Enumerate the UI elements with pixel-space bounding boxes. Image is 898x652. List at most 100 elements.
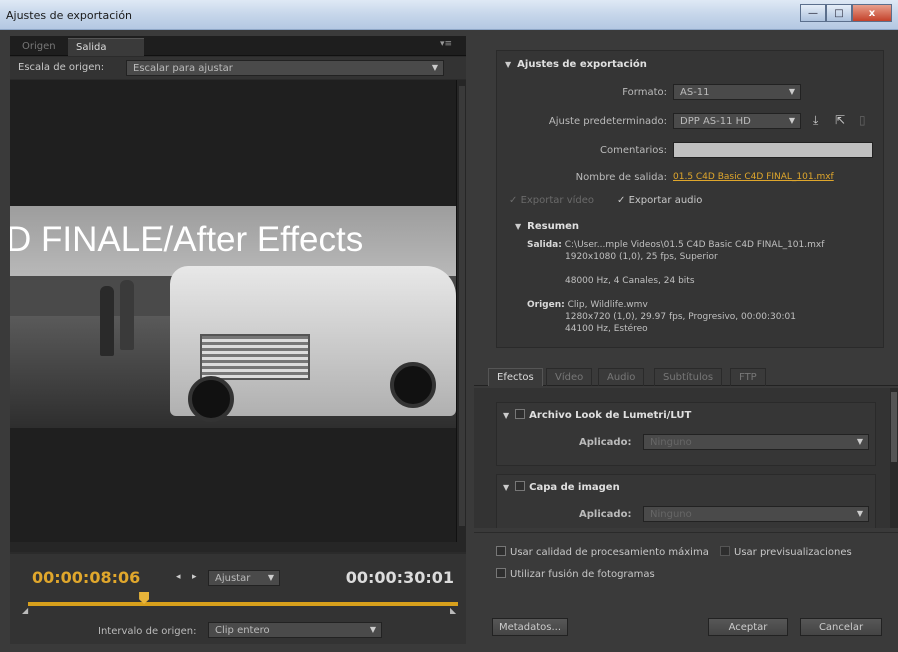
chevron-down-icon: ▼ [267, 573, 274, 582]
delete-preset-icon[interactable]: ▯ [859, 113, 866, 127]
output-name-label: Nombre de salida: [575, 172, 667, 183]
chevron-down-icon: ▼ [856, 509, 863, 518]
summary-header[interactable]: ▼ Resumen [515, 221, 579, 232]
maximize-button[interactable]: □ [826, 4, 852, 22]
lumetri-applied-label: Aplicado: [579, 437, 632, 448]
source-scale-value: Escalar para ajustar [133, 63, 233, 74]
summary-source-key: Origen: [527, 300, 565, 310]
tab-origen[interactable]: Origen [14, 38, 64, 56]
tab-video[interactable]: Vídeo [546, 368, 593, 386]
export-video-checkbox[interactable]: ✓ Exportar vídeo [509, 195, 594, 206]
preview-panel: Origen Salida ▾≡ Escala de origen: Escal… [10, 36, 466, 644]
tab-subtitulos[interactable]: Subtítulos [654, 368, 723, 386]
chevron-down-icon: ▼ [788, 116, 795, 125]
summary-source: Origen: Clip, Wildlife.wmv 1280x720 (1,0… [527, 299, 877, 335]
truck-grille [200, 334, 310, 380]
preview-horizontal-scrollbar[interactable] [10, 542, 466, 552]
accept-button[interactable]: Aceptar [708, 618, 788, 636]
timeline-track[interactable] [28, 602, 458, 606]
collapse-triangle-icon[interactable]: ▼ [505, 60, 511, 69]
format-label: Formato: [622, 87, 667, 98]
image-applied-label: Aplicado: [579, 509, 632, 520]
summary-output-key: Salida: [527, 240, 562, 250]
chevron-down-icon: ▼ [856, 437, 863, 446]
lumetri-effect: ▼ Archivo Look de Lumetri/LUT Aplicado: N… [496, 402, 876, 466]
export-settings-header[interactable]: ▼ Ajustes de exportación [505, 59, 647, 70]
chevron-down-icon: ▼ [369, 625, 376, 634]
summary-source-line3: 44100 Hz, Estéreo [565, 324, 648, 334]
window-title-bar: Ajustes de exportación — □ x [0, 0, 898, 30]
source-range-label: Intervalo de origen: [98, 626, 197, 637]
preset-label: Ajuste predeterminado: [548, 116, 667, 127]
lumetri-checkbox[interactable] [515, 409, 526, 419]
frame-blending-checkbox[interactable]: Utilizar fusión de fotogramas [496, 568, 655, 580]
format-dropdown[interactable]: AS-11 ▼ [673, 84, 801, 100]
preview-tabs: Origen Salida ▾≡ [10, 36, 466, 56]
metadata-button[interactable]: Metadatos... [492, 618, 568, 636]
minimize-button[interactable]: — [800, 4, 826, 22]
image-applied-dropdown[interactable]: Ninguno ▼ [643, 506, 869, 522]
cancel-button[interactable]: Cancelar [800, 618, 882, 636]
lumetri-header[interactable]: ▼ Archivo Look de Lumetri/LUT [503, 409, 691, 421]
tab-audio[interactable]: Audio [598, 368, 645, 386]
chevron-down-icon: ▼ [788, 87, 795, 96]
image-layer-effect: ▼ Capa de imagen Aplicado: Ninguno ▼ [496, 474, 876, 528]
export-settings-section: ▼ Ajustes de exportación Formato: AS-11 ▼… [496, 50, 884, 348]
tab-ftp[interactable]: FTP [730, 368, 766, 386]
preset-dropdown[interactable]: DPP AS-11 HD ▼ [673, 113, 801, 129]
tab-efectos[interactable]: Efectos [488, 368, 543, 386]
close-button[interactable]: x [852, 4, 892, 22]
source-scale-dropdown[interactable]: Escalar para ajustar ▼ [126, 60, 444, 76]
total-duration: 00:00:30:01 [345, 568, 454, 587]
image-applied-value: Ninguno [650, 509, 692, 520]
source-range-dropdown[interactable]: Clip entero ▼ [208, 622, 382, 638]
export-audio-checkbox[interactable]: ✓ Exportar audio [617, 195, 702, 206]
summary-output-line1: C:\User...mple Videos\01.5 C4D Basic C4D… [564, 240, 825, 250]
max-quality-checkbox[interactable]: Usar calidad de procesamiento máxima [496, 546, 709, 558]
window-controls: — □ x [800, 4, 892, 22]
person-figure [100, 286, 114, 356]
image-layer-header[interactable]: ▼ Capa de imagen [503, 481, 620, 493]
comments-input[interactable] [673, 142, 873, 158]
summary-source-line2: 1280x720 (1,0), 29.97 fps, Progresivo, 0… [565, 312, 796, 322]
video-overlay-title: D FINALE/After Effects [10, 220, 364, 259]
source-scale-label: Escala de origen: [18, 62, 105, 73]
summary-output: Salida: C:\User...mple Videos\01.5 C4D B… [527, 239, 877, 287]
preset-value: DPP AS-11 HD [680, 116, 751, 127]
settings-tabs: Efectos Vídeo Audio Subtítulos FTP [474, 366, 898, 386]
timeline-bar: 00:00:08:06 ◂ ▸ Ajustar ▼ 00:00:30:01 ◢ … [10, 554, 466, 644]
video-frame: D FINALE/After Effects [10, 206, 456, 428]
summary-output-line3: 48000 Hz, 4 Canales, 24 bits [565, 276, 695, 286]
panel-menu-icon[interactable]: ▾≡ [440, 39, 456, 51]
comments-label: Comentarios: [600, 145, 667, 156]
source-scale-row: Escala de origen: Escalar para ajustar ▼ [10, 57, 466, 79]
window-title: Ajustes de exportación [6, 9, 133, 22]
collapse-triangle-icon[interactable]: ▼ [503, 483, 509, 492]
out-point-icon[interactable]: ◣ [450, 606, 458, 615]
tab-salida[interactable]: Salida [68, 38, 144, 56]
chevron-down-icon: ▼ [431, 63, 438, 72]
summary-output-line2: 1920x1080 (1,0), 25 fps, Superior [565, 252, 718, 262]
format-value: AS-11 [680, 87, 710, 98]
use-previews-checkbox[interactable]: Usar previsualizaciones [720, 546, 852, 558]
source-range-value: Clip entero [215, 625, 270, 636]
fit-value: Ajustar [215, 573, 251, 584]
image-layer-checkbox[interactable] [515, 481, 526, 491]
output-name-link[interactable]: 01.5 C4D Basic C4D FINAL_101.mxf [673, 172, 834, 182]
effects-list: ▼ Archivo Look de Lumetri/LUT Aplicado: N… [474, 388, 890, 528]
import-preset-icon[interactable]: ⇱ [835, 113, 845, 127]
collapse-triangle-icon[interactable]: ▼ [503, 411, 509, 420]
lumetri-applied-value: Ninguno [650, 437, 692, 448]
export-settings-panel: ▼ Ajustes de exportación Formato: AS-11 ▼… [474, 36, 898, 644]
step-forward-icon[interactable]: ▸ [192, 572, 204, 584]
step-back-icon[interactable]: ◂ [176, 572, 188, 584]
in-point-icon[interactable]: ◢ [22, 606, 30, 615]
summary-source-line1: Clip, Wildlife.wmv [567, 300, 648, 310]
lumetri-applied-dropdown[interactable]: Ninguno ▼ [643, 434, 869, 450]
effects-scrollbar[interactable] [890, 388, 898, 528]
save-preset-icon[interactable]: ⤓ [813, 113, 818, 128]
fit-dropdown[interactable]: Ajustar ▼ [208, 570, 280, 586]
current-timecode[interactable]: 00:00:08:06 [32, 568, 140, 587]
preview-vertical-scrollbar[interactable] [456, 80, 466, 542]
collapse-triangle-icon[interactable]: ▼ [515, 222, 521, 231]
